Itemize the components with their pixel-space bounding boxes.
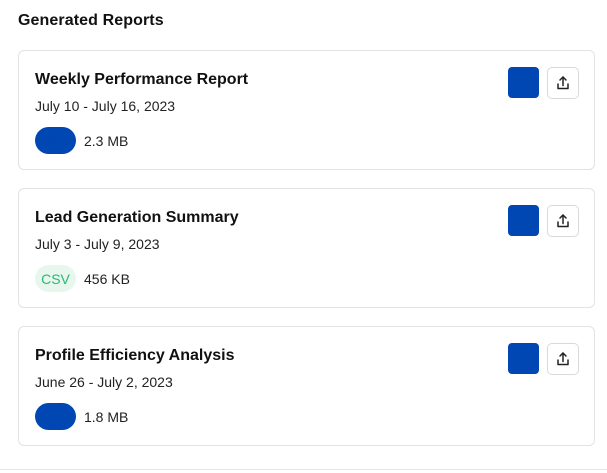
report-date-range: July 3 - July 9, 2023 bbox=[35, 236, 160, 252]
file-size: 456 KB bbox=[84, 271, 130, 287]
report-date-range: July 10 - July 16, 2023 bbox=[35, 98, 176, 114]
view-report-button[interactable] bbox=[508, 67, 539, 98]
report-card-profile-efficiency: Profile Efficiency Analysis June 26 - Ju… bbox=[18, 326, 595, 446]
view-report-button[interactable] bbox=[508, 343, 539, 374]
format-badge: CSV bbox=[35, 265, 76, 292]
report-title: Lead Generation Summary bbox=[35, 209, 239, 226]
share-report-button[interactable] bbox=[547, 205, 579, 237]
share-report-button[interactable] bbox=[547, 67, 579, 99]
report-card-weekly-performance: Weekly Performance Report July 10 - July… bbox=[18, 50, 595, 170]
format-badge: PDF bbox=[35, 127, 76, 154]
view-report-button[interactable] bbox=[508, 205, 539, 236]
generated-reports-panel: Generated Reports Weekly Performance Rep… bbox=[0, 0, 607, 473]
report-date-range: June 26 - July 2, 2023 bbox=[35, 374, 173, 390]
share-icon bbox=[555, 75, 571, 91]
bottom-divider bbox=[0, 469, 607, 470]
share-icon bbox=[555, 351, 571, 367]
share-report-button[interactable] bbox=[547, 343, 579, 375]
file-size: 1.8 MB bbox=[84, 409, 129, 425]
share-icon bbox=[555, 213, 571, 229]
section-title: Generated Reports bbox=[18, 12, 164, 29]
report-card-lead-generation: Lead Generation Summary July 3 - July 9,… bbox=[18, 188, 595, 308]
format-badge: PDF bbox=[35, 403, 76, 430]
report-title: Weekly Performance Report bbox=[35, 71, 249, 88]
report-title: Profile Efficiency Analysis bbox=[35, 347, 235, 364]
file-size: 2.3 MB bbox=[84, 133, 129, 149]
